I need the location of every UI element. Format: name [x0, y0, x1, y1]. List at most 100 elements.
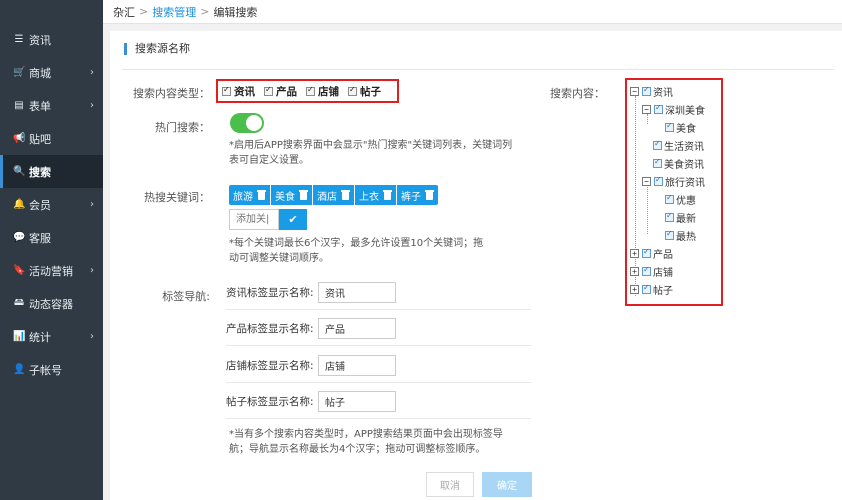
- expand-icon[interactable]: +: [630, 266, 639, 276]
- sidebar-item-stats[interactable]: 📊 统计 ›: [0, 320, 103, 353]
- content-type-shop-checkbox[interactable]: 店铺: [306, 84, 339, 99]
- bell-icon: 🔔: [13, 199, 26, 210]
- checkbox-label: 产品: [276, 85, 297, 98]
- sidebar-item-label: 客服: [29, 231, 51, 245]
- tab-name-label: 帖子标签显示名称:: [226, 396, 314, 408]
- keyword-add-row: ✔: [229, 209, 307, 230]
- sidebar-item-news[interactable]: ☰ 资讯: [0, 23, 103, 56]
- tab-row-news: 资讯标签显示名称:: [226, 282, 396, 303]
- sidebar-item-marketing[interactable]: 🔖 活动营销 ›: [0, 254, 103, 287]
- keyword-tag[interactable]: 上衣: [355, 185, 396, 205]
- tree-line: [647, 184, 648, 234]
- sidebar: ☰ 资讯 🛒 商城 › ▤ 表单 › 📢 贴吧 🔍 搜索 🔔 会员 › 💬 客服 🔖 活动营销 › 🖴 动…: [0, 0, 103, 500]
- checkbox-icon[interactable]: [665, 193, 674, 204]
- sidebar-item-form[interactable]: ▤ 表单 ›: [0, 89, 103, 122]
- content-type-news-checkbox[interactable]: 资讯: [222, 84, 255, 99]
- breadcrumb-root[interactable]: 杂汇: [113, 4, 135, 20]
- tree-node-label: 店铺: [653, 267, 673, 279]
- trash-icon[interactable]: [341, 189, 351, 201]
- trash-icon[interactable]: [257, 189, 267, 201]
- tree-node-shenzhen-food[interactable]: − 深圳美食: [642, 102, 705, 117]
- tab-row-shop: 店铺标签显示名称:: [226, 355, 396, 376]
- checkbox-icon[interactable]: [654, 175, 663, 186]
- bar-chart-icon: 📊: [13, 331, 26, 342]
- checkbox-icon[interactable]: [653, 139, 662, 150]
- sidebar-item-service[interactable]: 💬 客服: [0, 221, 103, 254]
- checkbox-icon[interactable]: [665, 229, 674, 240]
- note-line: 航；导航显示名称最长为4个汉字；拖动可调整标签顺序。: [229, 444, 486, 455]
- tab-nav-note: *当有多个搜索内容类型时，APP搜索结果页面中会出现标签导 航；导航显示名称最长…: [229, 427, 503, 457]
- bookmark-icon: 🔖: [13, 265, 26, 276]
- hot-search-toggle[interactable]: [230, 113, 264, 133]
- divider: [226, 418, 531, 419]
- tree-node-food[interactable]: 美食: [665, 120, 696, 135]
- note-line: 动可调整关键词顺序。: [229, 253, 329, 264]
- keyword-tag[interactable]: 美食: [271, 185, 312, 205]
- tree-node-newest[interactable]: 最新: [665, 210, 696, 225]
- tree-node-post[interactable]: + 帖子: [630, 282, 673, 297]
- checkbox-icon[interactable]: [642, 85, 651, 96]
- sidebar-item-member[interactable]: 🔔 会员 ›: [0, 188, 103, 221]
- tree-node-label: 最热: [676, 231, 696, 243]
- cancel-button[interactable]: 取消: [426, 472, 474, 497]
- post-tab-name-input[interactable]: [318, 391, 396, 412]
- trash-icon[interactable]: [383, 189, 393, 201]
- trash-icon[interactable]: [299, 189, 309, 201]
- tree-node-product[interactable]: + 产品: [630, 246, 673, 261]
- checkbox-icon[interactable]: [665, 121, 674, 132]
- breadcrumb-separator: >: [139, 5, 149, 18]
- breadcrumb-parent[interactable]: 搜索管理: [152, 4, 196, 20]
- note-line: *启用后APP搜索界面中会显示"热门搜索"关键词列表，关键词列: [229, 140, 513, 151]
- tree-node-life-news[interactable]: 生活资讯: [653, 138, 704, 153]
- check-icon: ✔: [288, 214, 298, 226]
- confirm-button[interactable]: 确定: [482, 472, 532, 497]
- chat-icon: 💬: [13, 232, 26, 243]
- user-icon: 👤: [13, 364, 26, 375]
- tree-node-news[interactable]: − 资讯: [630, 84, 673, 99]
- checkbox-icon[interactable]: [642, 283, 651, 294]
- checkbox-icon[interactable]: [665, 211, 674, 222]
- tree-node-shop[interactable]: + 店铺: [630, 264, 673, 279]
- add-keyword-confirm-button[interactable]: ✔: [279, 209, 307, 230]
- tree-node-food-news[interactable]: 美食资讯: [653, 156, 704, 171]
- content-type-post-checkbox[interactable]: 帖子: [348, 84, 381, 99]
- checkbox-icon[interactable]: [642, 247, 651, 258]
- trash-icon[interactable]: [425, 189, 435, 201]
- keyword-tag[interactable]: 裤子: [397, 185, 438, 205]
- sidebar-item-label: 子帐号: [29, 363, 62, 377]
- tree-node-label: 优惠: [676, 195, 696, 207]
- tree-node-discount[interactable]: 优惠: [665, 192, 696, 207]
- sidebar-item-container[interactable]: 🖴 动态容器: [0, 287, 103, 320]
- news-tab-name-input[interactable]: [318, 282, 396, 303]
- sidebar-item-forum[interactable]: 📢 贴吧: [0, 122, 103, 155]
- collapse-icon[interactable]: −: [642, 176, 651, 186]
- checkbox-icon[interactable]: [642, 265, 651, 276]
- collapse-icon[interactable]: −: [642, 104, 651, 114]
- sidebar-item-mall[interactable]: 🛒 商城 ›: [0, 56, 103, 89]
- checkbox-icon[interactable]: [654, 103, 663, 114]
- cart-icon: 🛒: [13, 67, 26, 78]
- sidebar-item-label: 资讯: [29, 33, 51, 47]
- expand-icon[interactable]: +: [630, 284, 639, 294]
- tree-node-hottest[interactable]: 最热: [665, 228, 696, 243]
- tab-name-label: 产品标签显示名称:: [226, 323, 314, 335]
- list-icon: ☰: [14, 34, 24, 45]
- checkbox-icon: [264, 85, 273, 96]
- keyword-tag[interactable]: 旅游: [229, 185, 270, 205]
- add-keyword-input[interactable]: [229, 209, 279, 230]
- edit-search-panel: 搜索源名称 搜索内容类型： 资讯 产品 店铺 帖子 热门搜索： *启用后APP搜…: [110, 31, 842, 500]
- sidebar-item-subaccount[interactable]: 👤 子帐号: [0, 353, 103, 386]
- tree-node-travel-news[interactable]: − 旅行资讯: [642, 174, 705, 189]
- checkbox-icon[interactable]: [653, 157, 662, 168]
- divider: [226, 345, 531, 346]
- keyword-tag[interactable]: 酒店: [313, 185, 354, 205]
- product-tab-name-input[interactable]: [318, 318, 396, 339]
- expand-icon[interactable]: +: [630, 248, 639, 258]
- tab-name-label: 店铺标签显示名称:: [226, 360, 314, 372]
- content-type-product-checkbox[interactable]: 产品: [264, 84, 297, 99]
- sidebar-item-search[interactable]: 🔍 搜索: [0, 155, 103, 188]
- collapse-icon[interactable]: −: [630, 86, 639, 96]
- shop-tab-name-input[interactable]: [318, 355, 396, 376]
- tab-row-product: 产品标签显示名称:: [226, 318, 396, 339]
- tree-node-label: 深圳美食: [665, 105, 705, 117]
